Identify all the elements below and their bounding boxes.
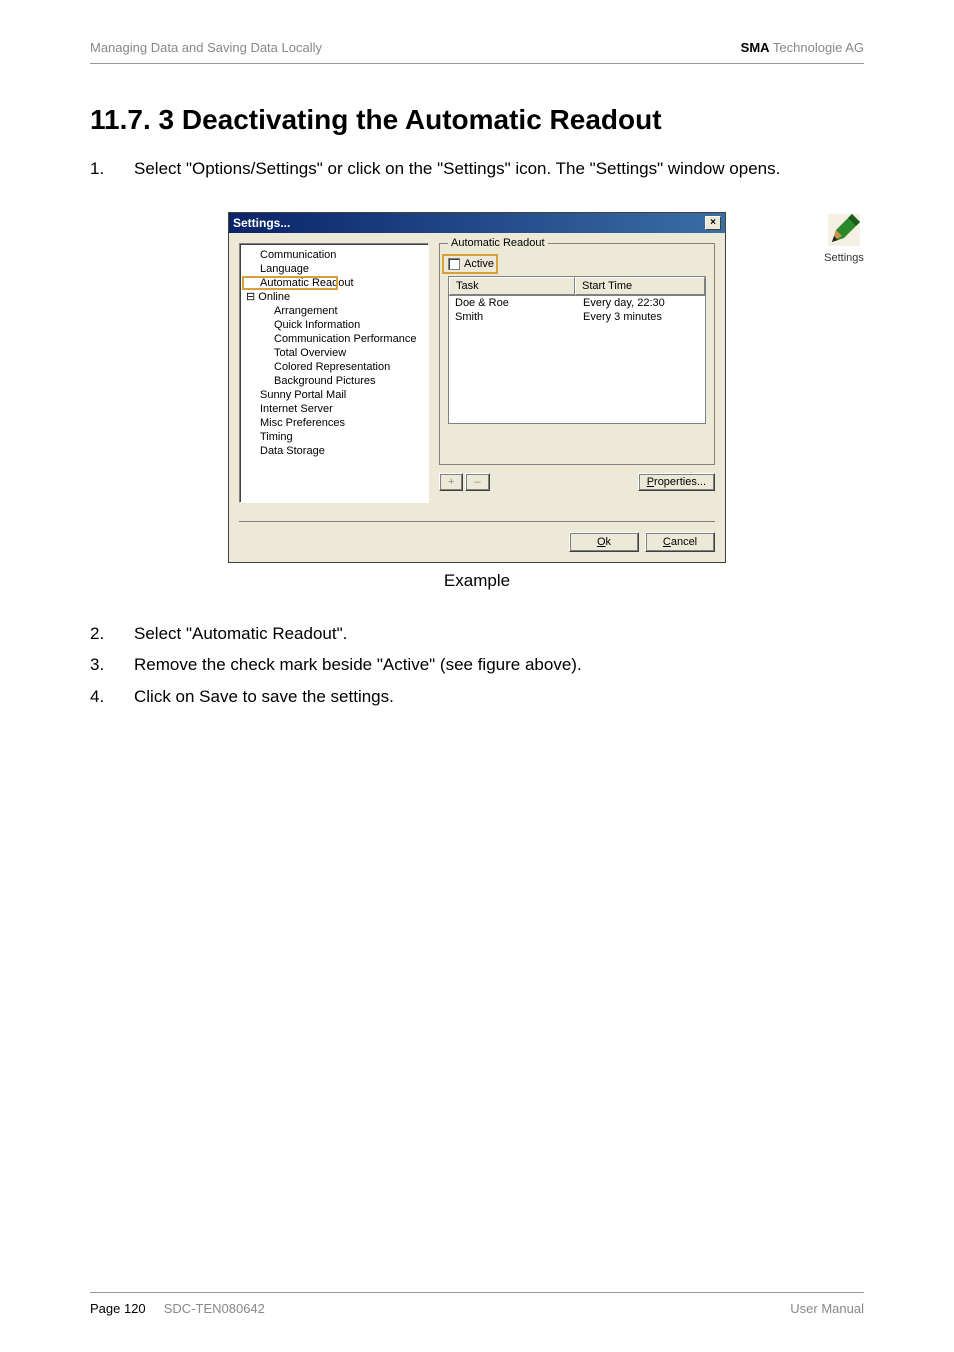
- cancel-rest: ancel: [671, 536, 697, 548]
- step-2-number: 2.: [90, 621, 134, 647]
- tree-background-pictures[interactable]: Background Pictures: [246, 374, 422, 388]
- starttime-cell: Every day, 22:30: [577, 296, 705, 310]
- task-cell: Doe & Roe: [449, 296, 577, 310]
- header-divider: [90, 63, 864, 64]
- col-starttime-header[interactable]: Start Time: [575, 277, 705, 295]
- header-right-rest: Technologie AG: [770, 40, 864, 55]
- list-item[interactable]: Smith Every 3 minutes: [449, 310, 705, 324]
- task-cell: Smith: [449, 310, 577, 324]
- step-4: 4. Click on Save to save the settings.: [90, 684, 864, 710]
- step-2: 2. Select "Automatic Readout".: [90, 621, 864, 647]
- header-left: Managing Data and Saving Data Locally: [90, 40, 322, 55]
- tree-colored-representation[interactable]: Colored Representation: [246, 360, 422, 374]
- tree-misc-preferences[interactable]: Misc Preferences: [246, 416, 422, 430]
- settings-icon-block: Settings: [824, 210, 864, 264]
- dialog-titlebar: Settings... ×: [229, 213, 725, 233]
- step-1: 1. Select "Options/Settings" or click on…: [90, 156, 864, 182]
- tree-automatic-readout[interactable]: Automatic Readout: [246, 277, 354, 289]
- list-item[interactable]: Doe & Roe Every day, 22:30: [449, 296, 705, 310]
- properties-label-rest: roperties...: [654, 476, 706, 488]
- footer-right: User Manual: [790, 1301, 864, 1316]
- footer-divider: [90, 1292, 864, 1293]
- settings-dialog-screenshot: Settings... × Communication Language Aut…: [228, 212, 726, 563]
- step-4-number: 4.: [90, 684, 134, 710]
- footer-page-label: Page 120: [90, 1301, 146, 1316]
- tree-timing[interactable]: Timing: [246, 430, 422, 444]
- step-2-text: Select "Automatic Readout".: [134, 621, 864, 647]
- step-1-text: Select "Options/Settings" or click on th…: [134, 156, 864, 182]
- section-title: 11.7. 3 Deactivating the Automatic Reado…: [90, 104, 864, 136]
- readout-task-list[interactable]: Doe & Roe Every day, 22:30 Smith Every 3…: [448, 296, 706, 424]
- ok-button[interactable]: Ok: [569, 532, 639, 552]
- page-header: Managing Data and Saving Data Locally SM…: [90, 40, 864, 55]
- step-3-number: 3.: [90, 652, 134, 678]
- settings-tree[interactable]: Communication Language Automatic Readout…: [239, 243, 429, 503]
- screenshot-caption: Example: [90, 571, 864, 591]
- col-task-header[interactable]: Task: [449, 277, 575, 295]
- groupbox-legend: Automatic Readout: [448, 237, 548, 249]
- starttime-cell: Every 3 minutes: [577, 310, 705, 324]
- tree-communication-performance[interactable]: Communication Performance: [246, 332, 422, 346]
- readout-table-header: Task Start Time: [448, 276, 706, 296]
- active-checkbox-row: Active: [448, 258, 494, 270]
- tree-automatic-readout-label: Automatic Readout: [260, 277, 354, 289]
- add-task-button[interactable]: +: [439, 473, 463, 491]
- automatic-readout-groupbox: Automatic Readout Active Task Start Time: [439, 243, 715, 465]
- tree-total-overview[interactable]: Total Overview: [246, 346, 422, 360]
- tree-language[interactable]: Language: [246, 262, 422, 276]
- tree-sunny-portal-mail[interactable]: Sunny Portal Mail: [246, 388, 422, 402]
- header-right: SMA Technologie AG: [741, 40, 864, 55]
- header-right-bold: SMA: [741, 40, 770, 55]
- dialog-close-button[interactable]: ×: [705, 216, 721, 230]
- page-footer: Page 120 SDC-TEN080642 User Manual: [90, 1292, 864, 1316]
- tree-arrangement[interactable]: Arrangement: [246, 304, 422, 318]
- tree-data-storage[interactable]: Data Storage: [246, 444, 422, 458]
- tree-internet-server[interactable]: Internet Server: [246, 402, 422, 416]
- step-1-number: 1.: [90, 156, 134, 182]
- properties-button[interactable]: Properties...: [638, 473, 715, 491]
- settings-icon-label: Settings: [824, 252, 864, 264]
- tree-online[interactable]: ⊟ Online: [246, 290, 422, 304]
- active-checkbox[interactable]: [448, 258, 460, 270]
- remove-task-button[interactable]: –: [465, 473, 489, 491]
- dialog-footer: Ok Cancel: [239, 521, 715, 562]
- dialog-title: Settings...: [233, 216, 290, 230]
- step-4-text: Click on Save to save the settings.: [134, 684, 864, 710]
- step-3-text: Remove the check mark beside "Active" (s…: [134, 652, 864, 678]
- cancel-button[interactable]: Cancel: [645, 532, 715, 552]
- tree-quick-information[interactable]: Quick Information: [246, 318, 422, 332]
- active-label: Active: [464, 258, 494, 270]
- footer-doc-code: SDC-TEN080642: [164, 1301, 265, 1316]
- tree-online-label: Online: [258, 291, 290, 303]
- tree-communication[interactable]: Communication: [246, 248, 422, 262]
- ok-rest: k: [606, 536, 612, 548]
- step-3: 3. Remove the check mark beside "Active"…: [90, 652, 864, 678]
- settings-pencil-icon: [824, 210, 864, 250]
